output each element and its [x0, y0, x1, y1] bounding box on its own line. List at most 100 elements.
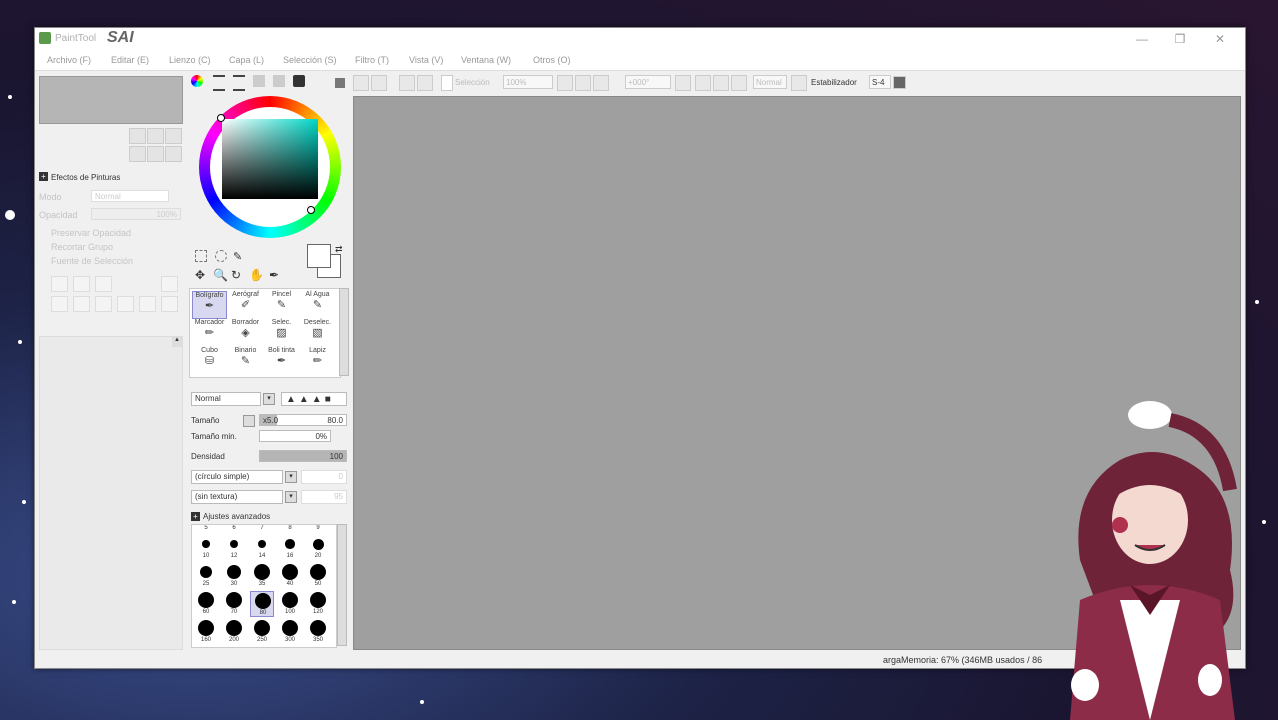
texture-strength[interactable]: 95: [301, 490, 347, 504]
menu-otros[interactable]: Otros (O): [533, 55, 571, 65]
brush-size-cell[interactable]: 16: [278, 535, 302, 561]
rotate-icon[interactable]: ↻: [231, 268, 241, 282]
nav-rotate-button[interactable]: [165, 146, 182, 162]
nav-rotate-button[interactable]: [129, 146, 146, 162]
merge-down-icon[interactable]: [139, 296, 156, 312]
stabilizer-field[interactable]: S-4: [869, 75, 891, 89]
menu-archivo[interactable]: Archivo (F): [47, 55, 91, 65]
canvas-nav-button[interactable]: [353, 75, 369, 91]
magic-wand-icon[interactable]: ✎: [233, 250, 242, 263]
eyedropper-icon[interactable]: ✒: [269, 268, 279, 282]
tool-aerografo[interactable]: Aerógraf ✐: [228, 291, 263, 319]
brush-size-cell[interactable]: 300: [278, 619, 302, 645]
brush-size-cell[interactable]: 10: [194, 535, 218, 561]
brush-shape-select[interactable]: (círculo simple): [191, 470, 283, 484]
tool-borrador[interactable]: Borrador ◈: [228, 319, 263, 347]
panel-menu-icon[interactable]: [335, 78, 345, 88]
menu-editar[interactable]: Editar (E): [111, 55, 149, 65]
brush-size-cell[interactable]: 160: [194, 619, 218, 645]
delete-layer-icon[interactable]: [117, 296, 134, 312]
scroll-up-button[interactable]: ▲: [172, 337, 182, 347]
palette-tab-icon[interactable]: [253, 75, 265, 87]
brush-edge-selector[interactable]: ▲▲▲■: [281, 392, 347, 406]
tool-selec[interactable]: Selec. ▨: [264, 319, 299, 347]
brush-size-cell[interactable]: 350: [306, 619, 330, 645]
brush-texture-select[interactable]: (sin textura): [191, 490, 283, 504]
brush-texture-dropdown[interactable]: ▾: [285, 491, 297, 503]
new-linework-icon[interactable]: [73, 276, 90, 292]
nav-zoom-button[interactable]: [165, 128, 182, 144]
canvas-nav-button[interactable]: [417, 75, 433, 91]
zoom-button[interactable]: [575, 75, 591, 91]
scratchpad-tab-icon[interactable]: [293, 75, 305, 87]
brush-size-cell[interactable]: 120: [306, 591, 330, 617]
expand-icon[interactable]: +: [39, 172, 48, 181]
tool-grid-scrollbar[interactable]: [339, 288, 349, 376]
rotate-button[interactable]: [713, 75, 729, 91]
brush-shape-dropdown[interactable]: ▾: [285, 471, 297, 483]
layer-list[interactable]: ▲: [39, 336, 183, 650]
blend-field[interactable]: Normal: [753, 75, 787, 89]
tool-boli-tinta[interactable]: Boli tinta ✒: [264, 347, 299, 375]
nav-rotate-button[interactable]: [147, 146, 164, 162]
canvas-nav-button[interactable]: [371, 75, 387, 91]
hue-cursor[interactable]: [307, 206, 315, 214]
primary-color-swatch[interactable]: [307, 244, 331, 268]
brush-size-cell[interactable]: 70: [222, 591, 246, 617]
brush-blend-dropdown[interactable]: ▾: [263, 393, 275, 405]
tool-binario[interactable]: Binario ✎: [228, 347, 263, 375]
zoom-icon[interactable]: 🔍: [213, 268, 228, 282]
selection-checkbox[interactable]: [441, 75, 453, 91]
brush-size-cell[interactable]: 100: [278, 591, 302, 617]
min-size-slider[interactable]: 0%: [259, 430, 331, 442]
advanced-settings-header[interactable]: Ajustes avanzados: [203, 512, 270, 521]
size-multiplier-button[interactable]: [243, 415, 255, 427]
tool-al-agua[interactable]: Al Agua ✎: [300, 291, 335, 319]
swatches-tab-icon[interactable]: [273, 75, 285, 87]
brush-size-cell[interactable]: 20: [306, 535, 330, 561]
menu-ventana[interactable]: Ventana (W): [461, 55, 511, 65]
sv-cursor[interactable]: [217, 114, 225, 122]
rect-select-icon[interactable]: [195, 250, 207, 262]
rotate-button[interactable]: [695, 75, 711, 91]
restore-button[interactable]: ❐: [1173, 32, 1187, 46]
rotate-button[interactable]: [731, 75, 747, 91]
clipping-group-checkbox[interactable]: Recortar Grupo: [51, 242, 113, 252]
menu-capa[interactable]: Capa (L): [229, 55, 264, 65]
tool-cubo[interactable]: Cubo ⛁: [192, 347, 227, 375]
zoom-button[interactable]: [593, 75, 609, 91]
brush-size-cell[interactable]: 40: [278, 563, 302, 589]
nav-zoom-button[interactable]: [147, 128, 164, 144]
mode-select[interactable]: Normal: [91, 190, 169, 202]
new-folder-icon[interactable]: [95, 276, 112, 292]
new-layer-icon[interactable]: [51, 276, 68, 292]
tool-boligrafo[interactable]: Bolígrafo ✒: [192, 291, 227, 319]
angle-field[interactable]: +000°: [625, 75, 671, 89]
tool-lapiz[interactable]: Lapiz ✏: [300, 347, 335, 375]
opacity-slider[interactable]: 100%: [91, 208, 181, 220]
navigator-preview[interactable]: [39, 76, 183, 124]
brush-size-cell[interactable]: 12: [222, 535, 246, 561]
color-wheel[interactable]: [199, 96, 341, 238]
swap-colors-icon[interactable]: ⇄: [335, 244, 343, 255]
lasso-icon[interactable]: [215, 250, 227, 262]
move-icon[interactable]: ✥: [195, 268, 205, 282]
minimize-button[interactable]: —: [1135, 32, 1149, 46]
nav-zoom-button[interactable]: [129, 128, 146, 144]
layer-settings-icon[interactable]: [161, 276, 178, 292]
brush-size-cell[interactable]: 50: [306, 563, 330, 589]
density-slider[interactable]: 100: [259, 450, 347, 462]
menu-vista[interactable]: Vista (V): [409, 55, 443, 65]
brush-size-cell[interactable]: 35: [250, 563, 274, 589]
shape-strength[interactable]: 0: [301, 470, 347, 484]
brush-size-cell[interactable]: 80: [250, 591, 274, 617]
selection-source-checkbox[interactable]: Fuente de Selección: [51, 256, 133, 266]
zoom-button[interactable]: [557, 75, 573, 91]
brush-blend-select[interactable]: Normal: [191, 392, 261, 406]
brush-size-cell[interactable]: 25: [194, 563, 218, 589]
close-button[interactable]: ✕: [1213, 32, 1227, 46]
menu-lienzo[interactable]: Lienzo (C): [169, 55, 211, 65]
blend-dropdown[interactable]: [791, 75, 807, 91]
merge-layer-icon[interactable]: [95, 296, 112, 312]
color-wheel-tab-icon[interactable]: [191, 75, 203, 87]
